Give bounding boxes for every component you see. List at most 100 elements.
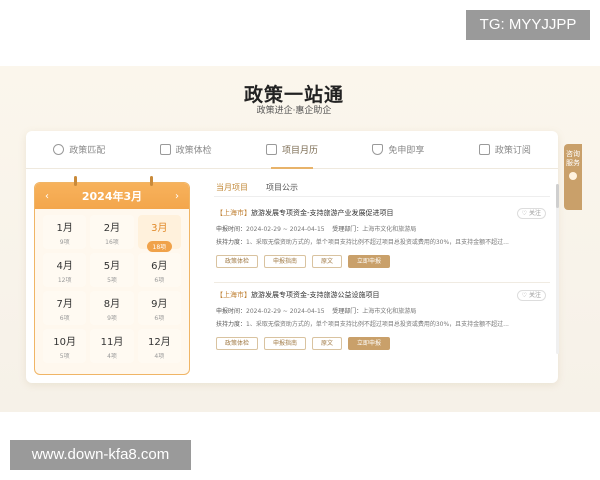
chat-icon	[569, 172, 577, 180]
project-city: 【上海市】	[216, 209, 251, 217]
month-label: 6月	[151, 261, 168, 272]
apply-period: 2024-02-29 ~ 2024-04-15	[246, 308, 325, 315]
month-label: 2月	[103, 223, 121, 234]
subtab-current-month[interactable]: 当月项目	[216, 182, 248, 197]
month-cell[interactable]: 8月 9项	[90, 291, 134, 325]
tab-exempt-apply[interactable]: 免申即享	[345, 131, 451, 168]
prev-month-arrow-icon[interactable]: ‹	[45, 191, 49, 202]
original-text-button[interactable]: 原文	[312, 255, 343, 268]
month-label: 5月	[103, 261, 121, 272]
document-icon	[478, 144, 490, 155]
project-title[interactable]: 【上海市】旅游发展专项资金-支持旅游公益设施项目	[216, 290, 380, 300]
apply-guide-button[interactable]: 申报指南	[264, 337, 307, 350]
calendar-icon	[266, 144, 277, 155]
dept-label: 受理部门：	[332, 226, 363, 233]
screenshot-stage: TG: MYYJJPP 政策一站通 政策进企·惠企助企 政策匹配 政策体检 项目…	[0, 0, 600, 480]
apply-now-button[interactable]: 立即申报	[348, 337, 391, 350]
target-icon	[53, 144, 65, 155]
dept-label: 受理部门：	[332, 308, 363, 315]
policy-checkup-button[interactable]: 政策体检	[216, 255, 259, 268]
favorite-label: 关注	[528, 292, 541, 299]
calendar-ring-right	[150, 176, 153, 186]
apply-guide-button[interactable]: 申报指南	[264, 255, 307, 268]
month-cell[interactable]: 12月 4项	[137, 329, 181, 363]
project-count: 16项	[105, 239, 119, 246]
calendar-ring-left	[74, 176, 77, 186]
month-cell[interactable]: 10月 5项	[43, 329, 87, 363]
next-month-arrow-icon[interactable]: ›	[175, 191, 179, 202]
project-title[interactable]: 【上海市】旅游发展专项资金-支持旅游产业发展促进项目	[216, 208, 394, 218]
apply-period-row: 申报时间：2024-02-29 ~ 2024-04-15 受理部门：上海市文化和…	[216, 306, 416, 315]
month-label: 8月	[103, 299, 121, 310]
month-cell[interactable]: 7月 6项	[43, 291, 87, 325]
page-subtitle: 政策进企·惠企助企	[256, 106, 332, 116]
feature-tabs: 政策匹配 政策体检 项目月历 免申即享 政策订阅	[26, 131, 558, 169]
month-cell[interactable]: 5月 5项	[90, 253, 134, 287]
month-cell[interactable]: 9月 6项	[137, 291, 181, 325]
support-label: 扶持力度：	[216, 239, 247, 246]
tab-policy-checkup[interactable]: 政策体检	[132, 131, 238, 168]
list-subtabs: 当月项目 项目公示	[216, 182, 298, 197]
month-cell[interactable]: 4月 12项	[43, 253, 87, 287]
tab-label: 政策匹配	[69, 146, 106, 156]
favorite-button[interactable]: ♡ 关注	[516, 208, 546, 219]
project-city: 【上海市】	[216, 291, 251, 299]
dept: 上海市文化和旅游局	[362, 308, 417, 315]
apply-now-button[interactable]: 立即申报	[348, 255, 391, 268]
month-cell[interactable]: 11月 4项	[90, 329, 134, 363]
watermark-site: www.down-kfa8.com	[10, 440, 191, 470]
tab-label: 项目月历	[282, 146, 319, 156]
heart-icon: ♡	[521, 210, 528, 217]
tab-policy-subscribe[interactable]: 政策订阅	[452, 131, 558, 168]
apply-period: 2024-02-29 ~ 2024-04-15	[246, 226, 325, 233]
tab-project-calendar[interactable]: 项目月历	[239, 131, 345, 169]
favorite-label: 关注	[528, 210, 541, 217]
project-count: 4项	[154, 353, 165, 360]
month-cell[interactable]: 6月 6项	[137, 253, 181, 287]
apply-period-label: 申报时间：	[216, 226, 247, 233]
support-text: 1、采取无偿资助方式的，单个项目支持比例不超过项目总投资或费用的30%，且支持金…	[246, 239, 509, 246]
calendar-title: 2024年3月	[81, 190, 143, 203]
month-calendar: ‹ 2024年3月 › 1月 9项 2月 16项 3月 18项 4月 12项 5月 5项 …	[34, 182, 190, 375]
divider	[214, 282, 550, 283]
tab-label: 政策订阅	[494, 146, 531, 156]
divider	[214, 196, 550, 197]
original-text-button[interactable]: 原文	[312, 337, 343, 350]
month-cell[interactable]: 1月 9项	[43, 215, 87, 249]
list-scrollbar[interactable]	[556, 184, 559, 354]
project-count: 6项	[154, 315, 165, 322]
month-cell[interactable]: 2月 16项	[90, 215, 134, 249]
project-count: 6项	[154, 277, 165, 284]
project-count: 9项	[59, 239, 70, 246]
support-text: 1、采取无偿资助方式的，单个项目支持比例不超过项目总投资或费用的30%，且支持金…	[246, 321, 509, 328]
calendar-header: ‹ 2024年3月 ›	[35, 183, 189, 209]
apply-period-label: 申报时间：	[216, 308, 247, 315]
apply-period-row: 申报时间：2024-02-29 ~ 2024-04-15 受理部门：上海市文化和…	[216, 224, 416, 233]
consult-service-tab[interactable]: 咨询服务	[564, 144, 582, 210]
scrollbar-thumb[interactable]	[556, 184, 559, 208]
tab-label: 政策体检	[175, 146, 212, 156]
month-grid: 1月 9项 2月 16项 3月 18项 4月 12项 5月 5项 6月 6项 7月 6项 8月…	[35, 209, 189, 369]
tab-label: 免申即享	[388, 146, 425, 156]
month-label: 9月	[151, 299, 168, 310]
project-title-text: 旅游发展专项资金-支持旅游公益设施项目	[251, 291, 380, 299]
month-label: 4月	[56, 261, 73, 272]
card-actions: 政策体检 申报指南 原文 立即申报	[216, 255, 391, 268]
tab-policy-match[interactable]: 政策匹配	[26, 131, 132, 168]
project-count: 18项	[146, 241, 173, 252]
month-label: 10月	[53, 337, 77, 348]
month-label: 12月	[147, 337, 171, 348]
month-label: 3月	[151, 223, 168, 234]
project-count: 4项	[107, 353, 117, 360]
policy-checkup-button[interactable]: 政策体检	[216, 337, 259, 350]
subtab-project-notice[interactable]: 项目公示	[266, 182, 298, 197]
project-count: 5项	[59, 353, 70, 360]
favorite-button[interactable]: ♡ 关注	[516, 290, 546, 301]
project-count: 5项	[107, 277, 117, 284]
support-label: 扶持力度：	[216, 321, 247, 328]
project-count: 9项	[107, 315, 117, 322]
project-card: 【上海市】旅游发展专项资金-支持旅游产业发展促进项目 ♡ 关注 申报时间：202…	[214, 208, 550, 288]
dept: 上海市文化和旅游局	[362, 226, 417, 233]
consult-service-label: 咨询服务	[566, 150, 580, 167]
month-cell-selected[interactable]: 3月 18项	[137, 215, 181, 252]
